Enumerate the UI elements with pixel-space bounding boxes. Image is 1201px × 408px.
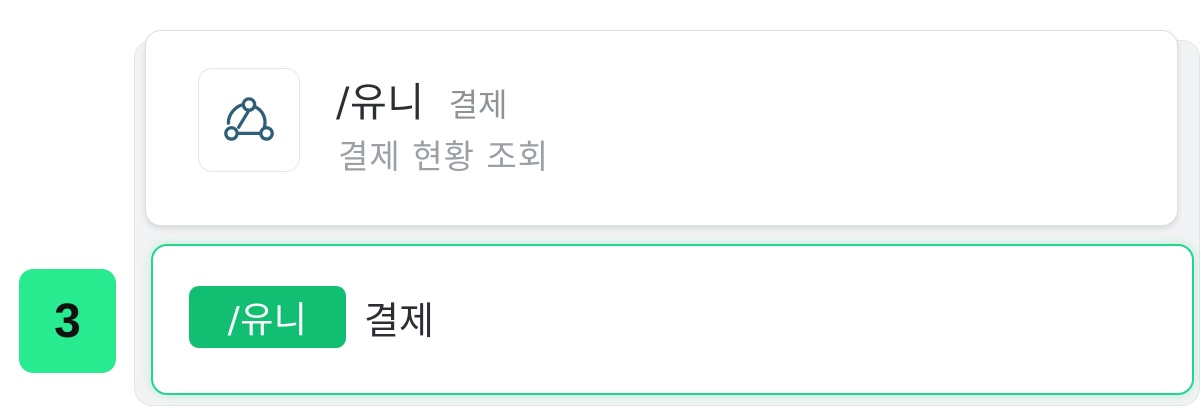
command-name: /유니 (336, 80, 425, 126)
command-chip[interactable]: /유니 (189, 286, 346, 348)
command-title: /유니 결제 (336, 70, 507, 128)
command-argument: 결제 (448, 86, 508, 124)
step-badge: 3 (19, 269, 116, 373)
command-app-icon (198, 68, 300, 172)
webhook-icon (224, 97, 274, 141)
command-description: 결제 현황 조회 (338, 137, 550, 176)
input-text[interactable]: 결제 (364, 290, 434, 345)
